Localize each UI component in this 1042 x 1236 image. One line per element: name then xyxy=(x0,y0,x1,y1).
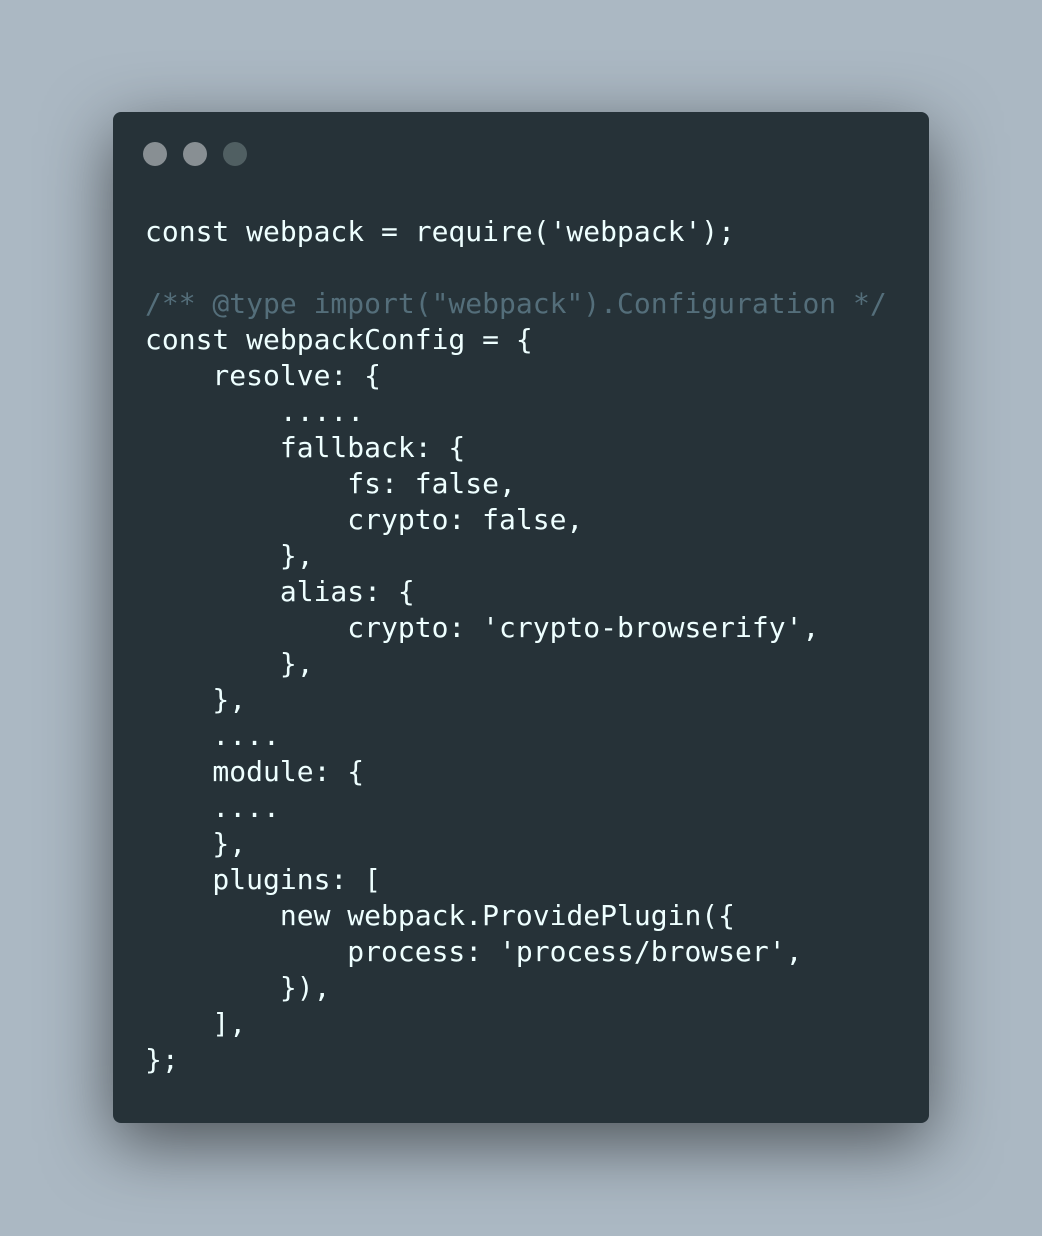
maximize-dot xyxy=(223,142,247,166)
code-line: alias: { xyxy=(145,575,415,608)
code-line: crypto: false, xyxy=(145,503,584,536)
code-block: const webpack = require('webpack'); /** @… xyxy=(145,214,887,1078)
code-line: new webpack.ProvidePlugin({ xyxy=(145,899,736,932)
window-controls xyxy=(143,142,247,166)
code-line: }, xyxy=(145,539,314,572)
code-line: }), xyxy=(145,971,331,1004)
close-dot xyxy=(143,142,167,166)
code-line: fs: false, xyxy=(145,467,516,500)
code-line: fallback: { xyxy=(145,431,466,464)
code-line: .... xyxy=(145,791,280,824)
code-line: module: { xyxy=(145,755,365,788)
code-line: /** @type import("webpack").Configuratio… xyxy=(145,287,887,320)
minimize-dot xyxy=(183,142,207,166)
code-line: const webpackConfig = { xyxy=(145,323,533,356)
code-line: plugins: [ xyxy=(145,863,382,896)
code-window: const webpack = require('webpack'); /** @… xyxy=(113,112,929,1123)
code-line: }; xyxy=(145,1043,179,1076)
code-line: resolve: { xyxy=(145,359,382,392)
code-line: ], xyxy=(145,1007,247,1040)
code-line: }, xyxy=(145,683,247,716)
code-line: }, xyxy=(145,647,314,680)
code-line: ..... xyxy=(145,395,365,428)
code-line: crypto: 'crypto-browserify', xyxy=(145,611,820,644)
code-line: .... xyxy=(145,719,280,752)
code-line: process: 'process/browser', xyxy=(145,935,803,968)
code-line: const webpack = require('webpack'); xyxy=(145,215,736,248)
code-line: }, xyxy=(145,827,247,860)
